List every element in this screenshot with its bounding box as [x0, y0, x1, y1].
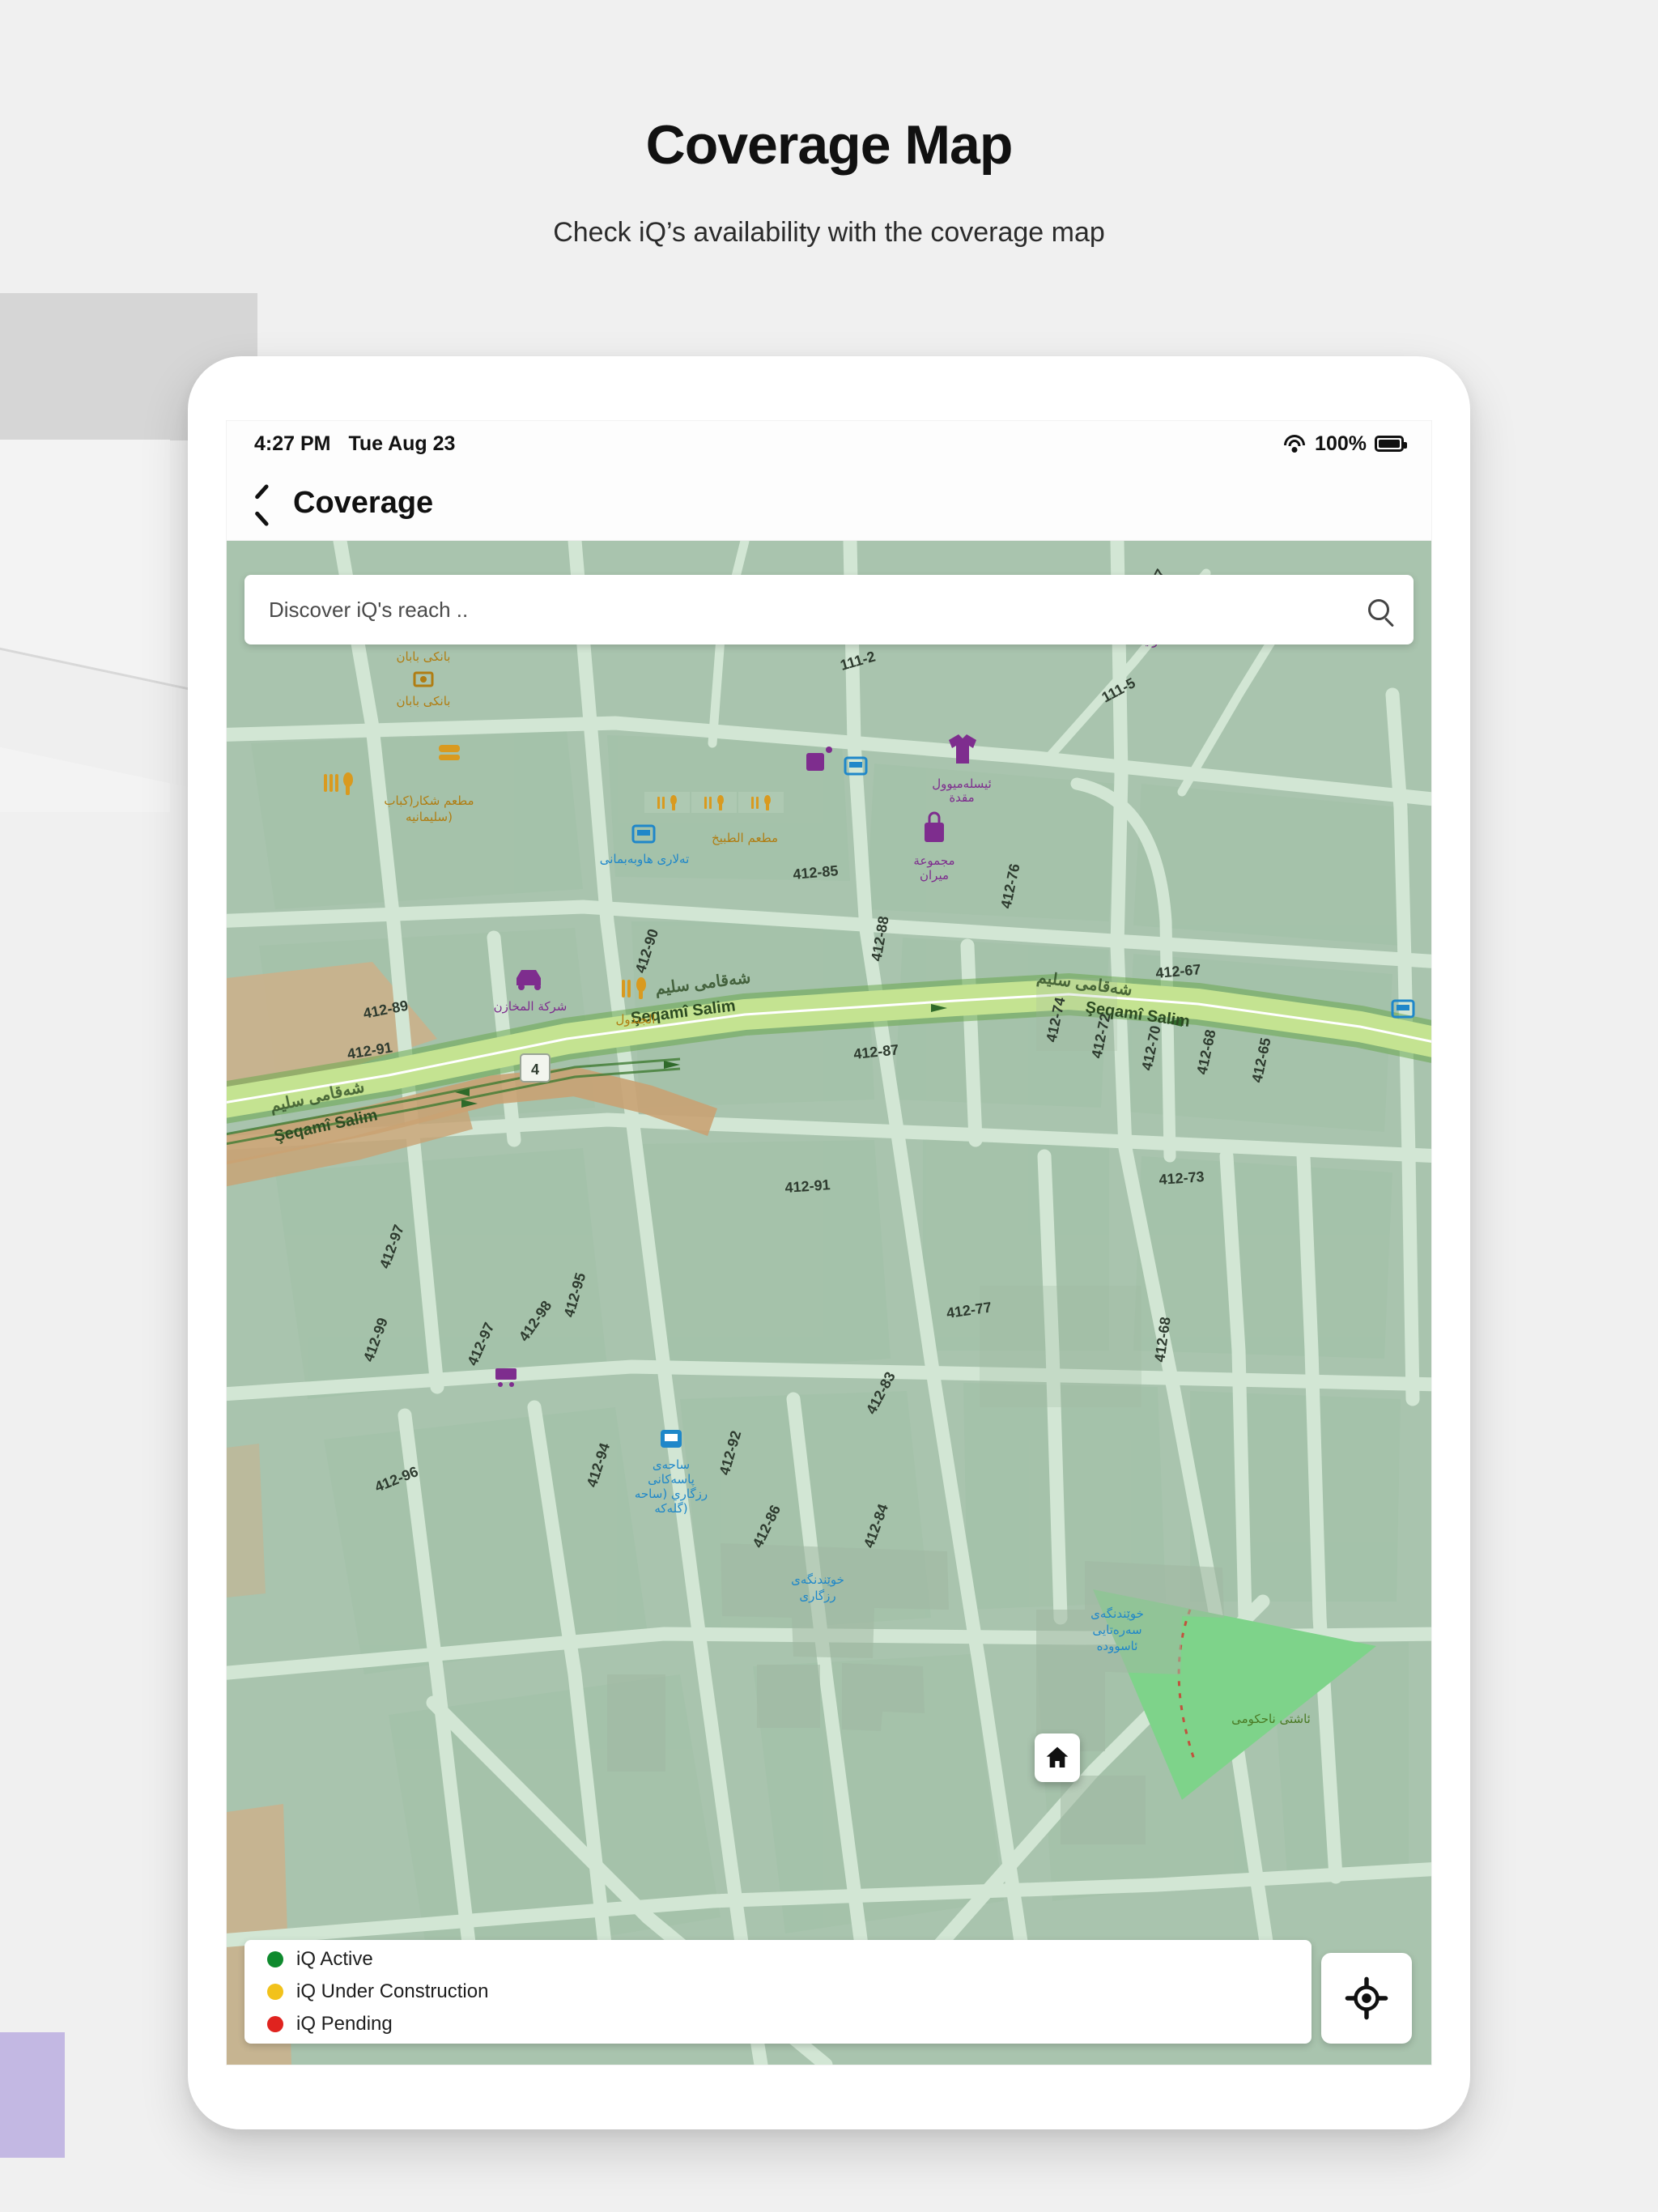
map-canvas: .rd { stroke:#d2e6d4; fill:none; stroke-… [227, 541, 1431, 2065]
legend-item-pending: iQ Pending [267, 2013, 1289, 2035]
legend-item-active: iQ Active [267, 1948, 1289, 1971]
svg-text:شرکة المخازن: شرکة المخازن [494, 999, 568, 1014]
svg-text:4: 4 [531, 1061, 539, 1078]
device-frame: 4:27 PM Tue Aug 23 100% Coverage 4 111-5… [188, 356, 1470, 2129]
status-date: Tue Aug 23 [348, 432, 456, 455]
svg-text:سلیمانیه): سلیمانیه) [406, 810, 453, 824]
home-marker-icon[interactable] [1035, 1733, 1080, 1782]
coverage-map[interactable]: .rd { stroke:#d2e6d4; fill:none; stroke-… [227, 541, 1431, 2065]
svg-text:مطعم الطبیخ: مطعم الطبیخ [712, 831, 778, 845]
back-button[interactable] [253, 488, 270, 519]
svg-text:میران: میران [920, 868, 949, 883]
legend-label: iQ Pending [296, 2013, 393, 2035]
search-input[interactable] [269, 597, 1278, 623]
svg-text:ساحەی: ساحەی [653, 1457, 690, 1472]
svg-text:سەرەتایی: سەرەتایی [1092, 1623, 1141, 1637]
svg-text:بانکی بابان: بانکی بابان [397, 694, 451, 708]
navigation-bar: Coverage [227, 466, 1431, 541]
legend-dot-yellow [267, 1984, 283, 2000]
map-legend: iQ Active iQ Under Construction iQ Pendi… [244, 1940, 1312, 2044]
svg-text:رزگاری: رزگاری [799, 1589, 835, 1603]
legend-item-under-construction: iQ Under Construction [267, 1980, 1289, 2003]
svg-text:رزگاري (ساحە: رزگاري (ساحە [635, 1487, 708, 1502]
svg-text:خوێندنگەی: خوێندنگەی [1090, 1606, 1144, 1621]
page-title: Coverage Map [645, 114, 1014, 176]
decor-shape-purple [0, 2032, 65, 2158]
wifi-icon [1282, 435, 1307, 453]
svg-text:ئاشتی ناحکومی: ئاشتی ناحکومی [1231, 1712, 1311, 1726]
svg-text:بانکی بابان: بانکی بابان [397, 649, 451, 664]
svg-text:ئیسلەمیوول: ئیسلەمیوول [932, 776, 992, 791]
screenshot-root: Coverage Map Check iQ’s availability wit… [0, 0, 1658, 2212]
crosshair-locate-icon [1345, 1976, 1388, 2020]
page-subtitle: Check iQ’s availability with the coverag… [553, 217, 1105, 248]
battery-full-icon [1375, 436, 1407, 452]
svg-text:412-91: 412-91 [784, 1176, 831, 1196]
svg-text:تەلاری هاوبەبمانی: تەلاری هاوبەبمانی [600, 852, 690, 866]
svg-text:ئاسووده: ئاسووده [1097, 1639, 1138, 1653]
svg-text:خوێندنگەی: خوێندنگەی [791, 1572, 844, 1587]
legend-dot-red [267, 2016, 283, 2032]
home-glyph [1046, 1746, 1069, 1767]
legend-label: iQ Under Construction [296, 1980, 489, 2002]
battery-percent: 100% [1315, 432, 1367, 455]
status-bar: 4:27 PM Tue Aug 23 100% [227, 421, 1431, 466]
search-bar[interactable] [244, 575, 1414, 644]
page-heading: Coverage [293, 486, 434, 520]
locate-me-button[interactable] [1321, 1953, 1412, 2044]
svg-text:مقدة: مقدة [949, 790, 974, 805]
device-screen: 4:27 PM Tue Aug 23 100% Coverage 4 111-5… [227, 421, 1431, 2065]
svg-text:الجندول: الجندول [616, 1012, 656, 1027]
svg-text:گلەکە): گلەکە) [654, 1501, 687, 1516]
svg-text:مجموعة: مجموعة [913, 853, 954, 868]
legend-label: iQ Active [296, 1948, 373, 1970]
svg-text:پاسەکانی: پاسەکانی [648, 1472, 695, 1487]
search-icon[interactable] [1368, 599, 1389, 620]
svg-text:412-73: 412-73 [1158, 1168, 1205, 1188]
svg-text:مطعم شکار(کباب: مطعم شکار(کباب [384, 793, 474, 808]
status-time: 4:27 PM [254, 432, 331, 455]
legend-dot-green [267, 1951, 283, 1967]
